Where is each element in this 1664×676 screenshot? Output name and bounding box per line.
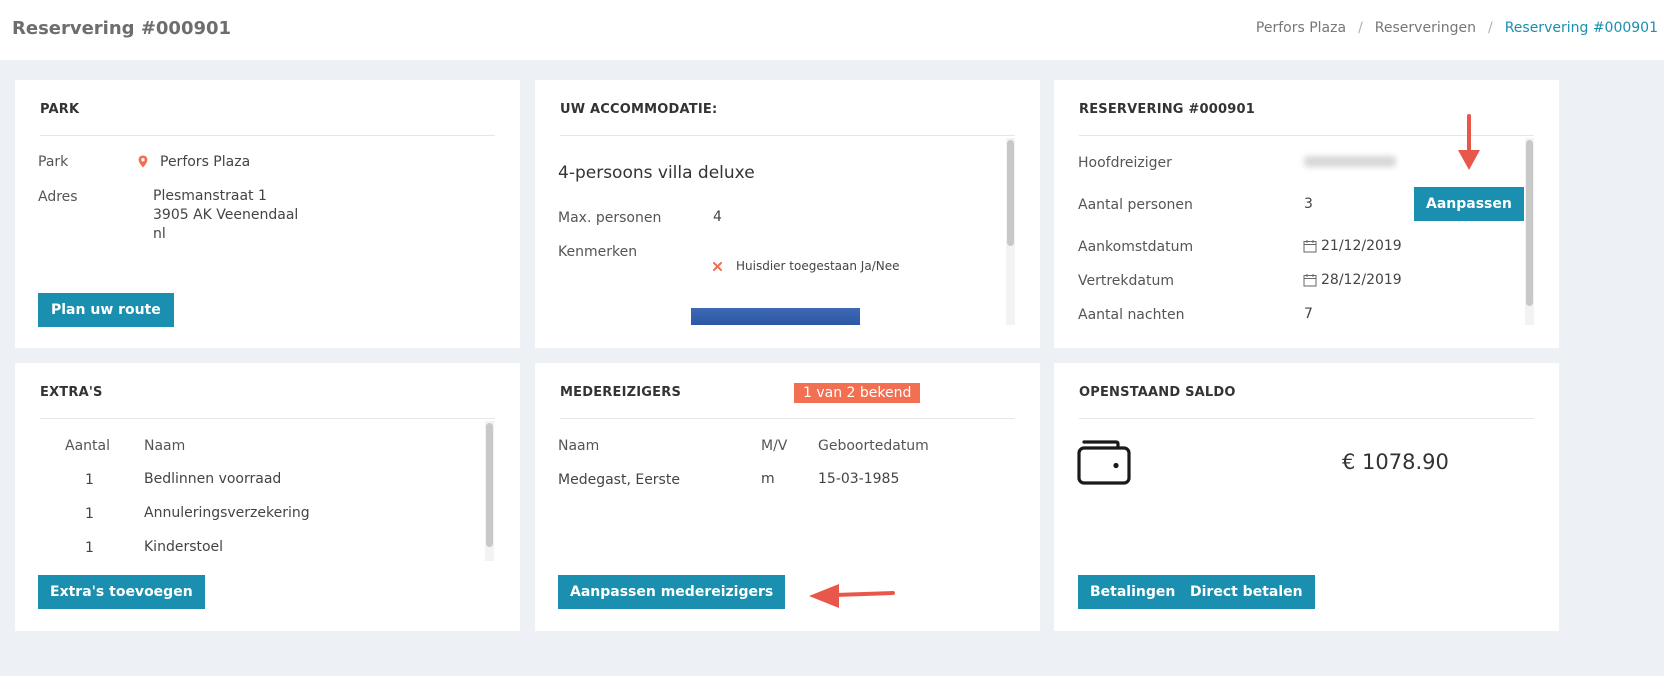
- edit-reservation-button[interactable]: Aanpassen: [1414, 187, 1524, 221]
- calendar-icon: [1303, 240, 1317, 253]
- extras-column-name: Naam: [144, 438, 186, 454]
- extras-scroll-thumb[interactable]: [486, 423, 493, 547]
- accommodation-scrollbar[interactable]: [1006, 138, 1015, 325]
- edit-travelers-button[interactable]: Aanpassen medereizigers: [558, 575, 786, 609]
- balance-heading: OPENSTAAND SALDO: [1079, 385, 1534, 419]
- balance-card: OPENSTAAND SALDO € 1078.90 Betalingen Di…: [1054, 363, 1559, 631]
- extras-row-name: Bedlinnen voorraad: [144, 471, 282, 487]
- arrival-label: Aankomstdatum: [1078, 239, 1194, 255]
- travelers-column-gender: M/V: [761, 438, 788, 454]
- arrow-left-icon: [809, 584, 895, 608]
- reservation-scroll-thumb[interactable]: [1526, 140, 1533, 306]
- top-bar: Reservering #000901 Perfors Plaza / Reserv…: [0, 0, 1664, 60]
- extras-row-qty: 1: [85, 506, 94, 522]
- departure-label: Vertrekdatum: [1078, 273, 1174, 289]
- park-heading: PARK: [40, 102, 495, 136]
- max-persons-value: 4: [713, 209, 722, 225]
- feature-item: Huisdier toegestaan Ja/Nee: [736, 259, 900, 273]
- location-pin-icon: [138, 155, 148, 168]
- traveler-birthdate: 15-03-1985: [818, 471, 900, 487]
- park-label: Park: [38, 154, 69, 170]
- extras-column-qty: Aantal: [65, 438, 110, 454]
- accommodation-name: 4-persoons villa deluxe: [558, 163, 755, 183]
- extras-row-name: Annuleringsverzekering: [144, 505, 310, 521]
- payments-button[interactable]: Betalingen: [1078, 575, 1188, 609]
- page-title: Reservering #000901: [12, 18, 232, 39]
- wallet-icon: [1077, 440, 1131, 485]
- address-line-street: Plesmanstraat 1: [153, 188, 267, 204]
- arrow-down-icon: [1458, 114, 1480, 170]
- address-line-country: nl: [153, 226, 166, 242]
- extras-heading: EXTRA'S: [40, 385, 495, 419]
- persons-value: 3: [1304, 196, 1313, 212]
- breadcrumb-item-current: Reservering #000901: [1504, 20, 1658, 36]
- balance-amount: € 1078.90: [1342, 450, 1449, 474]
- nights-label: Aantal nachten: [1078, 307, 1185, 323]
- persons-label: Aantal personen: [1078, 197, 1193, 213]
- breadcrumb-item-park[interactable]: Perfors Plaza: [1256, 20, 1346, 36]
- address-line-city: 3905 AK Veenendaal: [153, 207, 299, 223]
- extras-row-name: Kinderstoel: [144, 539, 224, 555]
- traveler-name: Medegast, Eerste: [558, 472, 680, 488]
- arrival-value: 21/12/2019: [1321, 238, 1402, 254]
- main-traveler-label: Hoofdreiziger: [1078, 155, 1172, 171]
- calendar-icon: [1303, 274, 1317, 287]
- accommodation-image: [691, 308, 860, 325]
- cross-icon: [713, 262, 722, 271]
- travelers-heading: MEDEREIZIGERS: [560, 385, 1015, 419]
- park-card: PARK Park Perfors Plaza Adres Plesmanstr…: [15, 80, 520, 348]
- plan-route-button[interactable]: Plan uw route: [38, 293, 174, 327]
- features-label: Kenmerken: [558, 244, 638, 260]
- accommodation-heading: UW ACCOMMODATIE:: [560, 102, 1015, 136]
- extras-row-qty: 1: [85, 472, 94, 488]
- extras-card: EXTRA'S Aantal Naam 1 Bedlinnen voorraad…: [15, 363, 520, 631]
- traveler-gender: m: [761, 471, 775, 487]
- travelers-card: MEDEREIZIGERS 1 van 2 bekend Naam M/V Ge…: [535, 363, 1040, 631]
- pay-now-button[interactable]: Direct betalen: [1178, 575, 1315, 609]
- accommodation-scroll-thumb[interactable]: [1007, 140, 1014, 246]
- reservation-card: RESERVERING #000901 Hoofdreiziger Aantal…: [1054, 80, 1559, 348]
- departure-value: 28/12/2019: [1321, 272, 1402, 288]
- add-extras-button[interactable]: Extra's toevoegen: [38, 575, 205, 609]
- travelers-column-name: Naam: [558, 438, 600, 454]
- travelers-column-birthdate: Geboortedatum: [818, 438, 929, 454]
- known-travelers-badge: 1 van 2 bekend: [794, 383, 921, 403]
- address-label: Adres: [38, 189, 78, 205]
- main-traveler-value-blurred: [1304, 156, 1396, 167]
- max-persons-label: Max. personen: [558, 210, 662, 226]
- park-value: Perfors Plaza: [160, 154, 251, 170]
- extras-scrollbar[interactable]: [485, 421, 494, 561]
- extras-row-qty: 1: [85, 540, 94, 556]
- nights-value: 7: [1304, 306, 1313, 322]
- breadcrumb-item-reservations[interactable]: Reserveringen: [1375, 20, 1476, 36]
- accommodation-card: UW ACCOMMODATIE: 4-persoons villa deluxe…: [535, 80, 1040, 348]
- breadcrumb: Perfors Plaza / Reserveringen / Reservering …: [1255, 20, 1658, 36]
- reservation-scrollbar[interactable]: [1525, 138, 1534, 325]
